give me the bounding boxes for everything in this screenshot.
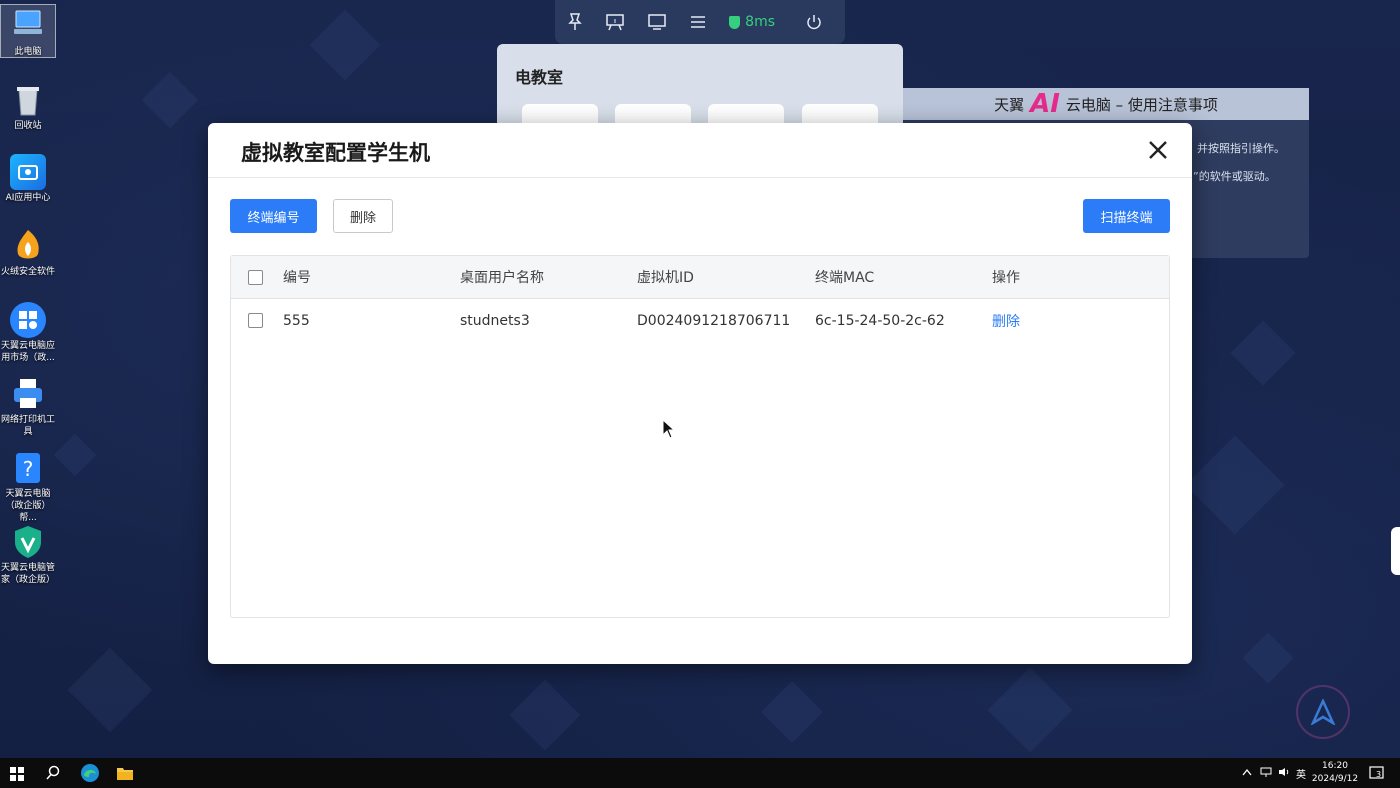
bg-diamond [309, 9, 381, 81]
column-header-action: 操作 [992, 270, 1020, 286]
desktop-icon-pc-manager[interactable]: 天翼云电脑管家（政企版） [0, 524, 56, 586]
dialog-header: 虚拟教室配置学生机 [208, 123, 1192, 178]
bg-diamond [987, 667, 1073, 753]
bg-diamond [1185, 435, 1285, 535]
column-header-id: 编号 [283, 270, 311, 286]
pin-icon[interactable] [567, 11, 583, 33]
desktop-icon-huorong[interactable]: 火绒安全软件 [0, 228, 56, 278]
notice-title-ai: AI [1030, 89, 1060, 119]
desktop-icon-label: 此电脑 [14, 47, 42, 57]
shield-icon [729, 15, 741, 29]
monitor-icon[interactable] [647, 11, 667, 33]
notification-count: 3 [1376, 770, 1382, 779]
notice-header: 天翼 AI 云电脑 – 使用注意事项 [903, 88, 1309, 120]
shield-manager-icon [10, 524, 46, 560]
notice-line: ”的软件或驱动。 [1193, 170, 1276, 183]
desktop-icon-recycle-bin[interactable]: 回收站 [0, 82, 56, 132]
row-mac: 6c-15-24-50-2c-62 [815, 313, 945, 329]
desktop-icon-label: 网络打印机工具 [0, 415, 55, 437]
notice-title-left: 天翼 [994, 95, 1025, 114]
scan-terminal-button[interactable]: 扫描终端 [1083, 199, 1170, 233]
help-question-icon: ? [10, 450, 46, 486]
svg-text:?: ? [23, 457, 34, 481]
table-row: 555 studnets3 D0024091218706711 6c-15-24… [231, 299, 1169, 343]
network-icon[interactable] [1260, 767, 1272, 780]
edge-browser-icon[interactable] [80, 763, 100, 787]
desktop-icon-app-market[interactable]: 天翼云电脑应用市场（政... [0, 302, 56, 364]
search-icon[interactable] [45, 765, 61, 785]
desktop-icon-label: 回收站 [14, 121, 42, 131]
desktop-icon-ai-center[interactable]: AI应用中心 [0, 154, 56, 204]
dialog-title: 虚拟教室配置学生机 [241, 141, 430, 165]
clock-date: 2024/9/12 [1311, 774, 1359, 784]
configure-student-machines-dialog: 虚拟教室配置学生机 终端编号 删除 扫描终端 编号 桌面用户名称 虚拟机ID 终… [208, 123, 1192, 664]
row-vm-id: D0024091218706711 [637, 313, 791, 329]
menu-icon[interactable] [689, 11, 707, 33]
delete-button[interactable]: 删除 [333, 199, 393, 233]
column-header-vm-id: 虚拟机ID [637, 270, 694, 286]
table-header: 编号 桌面用户名称 虚拟机ID 终端MAC 操作 [231, 256, 1169, 299]
desktop-icon-label: 火绒安全软件 [0, 267, 55, 277]
taskbar-clock[interactable]: 16:20 2024/9/12 [1306, 760, 1364, 786]
row-username: studnets3 [460, 313, 530, 329]
mouse-cursor-icon [662, 418, 676, 443]
close-icon[interactable] [1146, 138, 1170, 162]
notification-center-icon[interactable]: 3 [1368, 764, 1386, 782]
recycle-bin-icon [10, 82, 46, 118]
bg-diamond [1242, 632, 1294, 684]
column-header-username: 桌面用户名称 [460, 270, 544, 286]
input-method-indicator[interactable]: 英 [1296, 766, 1306, 781]
file-explorer-icon[interactable] [116, 765, 134, 785]
assistant-floating-button[interactable] [1296, 685, 1350, 739]
notice-line: 并按照指引操作。 [1197, 142, 1285, 155]
bg-diamond [760, 680, 824, 744]
desktop-icon-label: 天翼云电脑（政企版）帮... [5, 489, 51, 523]
assistant-logo-icon [1310, 699, 1336, 725]
classroom-panel: 电教室 [497, 44, 903, 134]
terminal-number-button[interactable]: 终端编号 [230, 199, 317, 233]
select-all-checkbox[interactable] [248, 270, 263, 285]
system-tray: 英 [1242, 758, 1306, 788]
ai-app-center-icon [10, 154, 46, 190]
presentation-icon[interactable] [605, 11, 625, 33]
computer-icon [10, 8, 46, 44]
power-icon[interactable] [805, 11, 823, 33]
flame-shield-icon [10, 228, 46, 264]
classroom-title: 电教室 [515, 68, 564, 87]
bg-diamond [509, 679, 581, 751]
desktop-icon-label: AI应用中心 [5, 193, 51, 203]
notice-title-right: 云电脑 – 使用注意事项 [1065, 95, 1218, 114]
printer-icon [10, 376, 46, 412]
taskbar: 英 16:20 2024/9/12 3 [0, 758, 1400, 788]
column-header-mac: 终端MAC [815, 270, 875, 286]
clock-time: 16:20 [1322, 761, 1348, 771]
app-market-icon [10, 302, 46, 338]
bg-diamond [67, 647, 153, 733]
latency-indicator: 8ms [729, 14, 775, 30]
desktop-icon-help[interactable]: ? 天翼云电脑（政企版）帮... [0, 450, 56, 524]
desktop-icon-label: 天翼云电脑应用市场（政... [0, 341, 55, 363]
windows-start-icon[interactable] [10, 766, 24, 785]
bg-diamond [53, 433, 97, 477]
volume-icon[interactable] [1278, 767, 1290, 780]
bg-diamond [1230, 320, 1296, 386]
chevron-up-icon[interactable] [1242, 768, 1252, 779]
row-id: 555 [283, 313, 310, 329]
row-delete-link[interactable]: 删除 [992, 299, 1020, 343]
desktop-icon-printer-tool[interactable]: 网络打印机工具 [0, 376, 56, 438]
desktop-icon-this-pc[interactable]: 此电脑 [0, 4, 56, 58]
student-machine-table: 编号 桌面用户名称 虚拟机ID 终端MAC 操作 555 studnets3 D… [230, 255, 1170, 618]
remote-toolbar: 8ms [555, 0, 845, 44]
desktop-icon-label: 天翼云电脑管家（政企版） [0, 563, 55, 585]
row-checkbox[interactable] [248, 313, 263, 328]
bg-diamond [141, 71, 199, 129]
latency-value: 8ms [745, 14, 775, 30]
side-expand-tab[interactable] [1391, 527, 1400, 575]
